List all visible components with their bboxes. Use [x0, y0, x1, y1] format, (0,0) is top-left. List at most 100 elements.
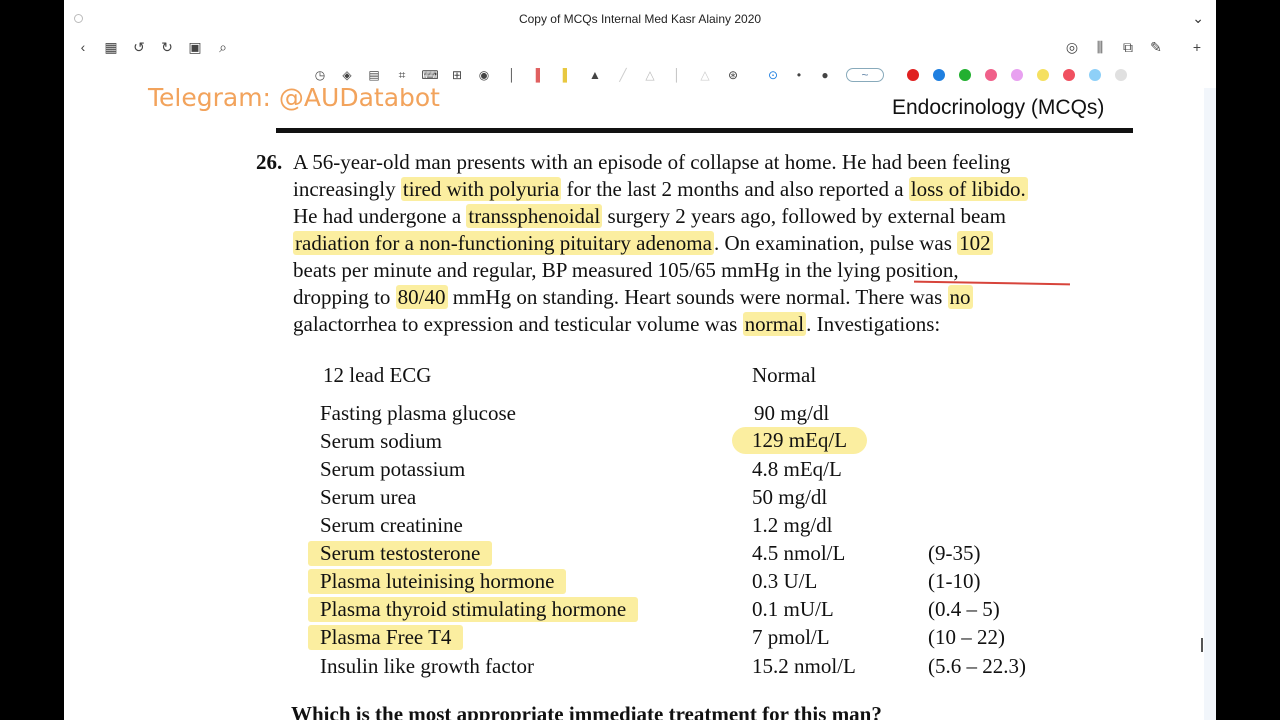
color-swatch-lilac[interactable] — [1011, 69, 1023, 81]
question-line: galactorrhea to expression and testicula… — [293, 312, 940, 337]
highlighted-text: radiation for a non-functioning pituitar… — [293, 231, 714, 255]
test-range: (9-35) — [928, 541, 981, 565]
color-swatch-green[interactable] — [959, 69, 971, 81]
globe-icon[interactable]: ◎ — [1063, 38, 1081, 56]
color-swatch-pink[interactable] — [985, 69, 997, 81]
question-text: dropping to — [293, 285, 396, 309]
question-text: . Investigations: — [806, 312, 941, 336]
page-icon[interactable]: ▣ — [186, 38, 204, 56]
color-swatch-sky[interactable] — [1089, 69, 1101, 81]
reader-icon[interactable]: ⫼ — [1091, 38, 1109, 56]
add-color-icon[interactable] — [1115, 69, 1127, 81]
test-name: Serum potassium — [320, 457, 466, 481]
test-range: (0.4 – 5) — [928, 597, 1000, 621]
test-range: (5.6 – 22.3) — [928, 654, 1026, 678]
highlighter-red-icon[interactable]: ▌ — [531, 66, 549, 84]
highlighted-text: normal — [742, 312, 807, 336]
stroke-size-large-icon[interactable]: ● — [816, 66, 834, 84]
watermark-text: Telegram: @AUDatabot — [148, 88, 440, 112]
test-value: 129 mEq/L — [732, 427, 868, 454]
question-text: mmHg on standing. Heart sounds were norm… — [447, 285, 948, 309]
test-value: 50 mg/dl — [752, 485, 828, 509]
question-number: 26. — [256, 150, 283, 174]
pdf-viewer-window: Copy of MCQs Internal Med Kasr Alainy 20… — [64, 0, 1216, 720]
question-line: radiation for a non-functioning pituitar… — [293, 231, 993, 256]
test-value: 1.2 mg/dl — [752, 513, 833, 537]
window-title: Copy of MCQs Internal Med Kasr Alainy 20… — [518, 12, 762, 26]
redo-icon[interactable]: ↻ — [158, 38, 176, 56]
test-value: 0.1 mU/L — [752, 597, 834, 621]
question-line: increasingly tired with polyuria for the… — [293, 177, 1028, 202]
test-name: Insulin like growth factor — [320, 654, 535, 678]
test-name: Plasma luteinising hormone — [308, 569, 567, 594]
question-text: for the last 2 months and also reported … — [561, 177, 909, 201]
test-name: Serum creatinine — [320, 513, 463, 537]
question-text: surgery 2 years ago, followed by externa… — [602, 204, 1006, 228]
back-icon[interactable]: ‹ — [74, 38, 92, 56]
pencil-icon[interactable]: ╱ — [614, 66, 632, 84]
test-name: Fasting plasma glucose — [320, 401, 516, 425]
color-swatch-yellow[interactable] — [1037, 69, 1049, 81]
question-text: beats per minute and regular, BP measure… — [293, 258, 959, 282]
test-value: 4.5 nmol/L — [752, 541, 846, 565]
highlighted-text: 102 — [957, 231, 993, 255]
question-line: A 56-year-old man presents with an episo… — [293, 150, 1010, 175]
test-value: 4.8 mEq/L — [752, 457, 842, 481]
highlighted-text: loss of libido. — [908, 177, 1028, 201]
cast-icon[interactable]: ⧉ — [1119, 38, 1137, 56]
eraser-icon[interactable]: ◉ — [475, 66, 493, 84]
question-text: . On examination, pulse was — [713, 231, 958, 255]
header-rule — [276, 128, 1133, 133]
question-line: dropping to 80/40 mmHg on standing. Hear… — [293, 285, 973, 310]
color-swatch-coral[interactable] — [1063, 69, 1075, 81]
shapes-icon[interactable]: ◈ — [338, 66, 356, 84]
document-page[interactable]: Telegram: @AUDatabot Endocrinology (MCQs… — [128, 88, 1204, 720]
highlighted-text: transsphenoidal — [466, 204, 603, 228]
highlighter-yellow-icon[interactable]: ▌ — [558, 66, 576, 84]
test-name: Serum testosterone — [308, 541, 493, 566]
test-name: 12 lead ECG — [323, 363, 432, 387]
question-text: increasingly — [293, 177, 401, 201]
question-text: He had undergone a — [293, 204, 467, 228]
stroke-size-small-icon[interactable]: ⊙ — [764, 66, 782, 84]
undo-icon[interactable]: ↺ — [130, 38, 148, 56]
pen-grey-icon[interactable]: △ — [641, 66, 659, 84]
keyboard-icon[interactable]: ⌨ — [421, 66, 439, 84]
pen-light-icon[interactable]: △ — [696, 66, 714, 84]
question-text: galactorrhea to expression and testicula… — [293, 312, 743, 336]
scrollbar-thumb[interactable] — [1201, 638, 1203, 652]
chapter-heading: Endocrinology (MCQs) — [892, 96, 1105, 119]
test-range: (10 – 22) — [928, 625, 1005, 649]
test-value: 7 pmol/L — [752, 625, 830, 649]
plus-icon[interactable]: + — [1188, 38, 1206, 56]
grid-icon[interactable]: ▦ — [102, 38, 120, 56]
highlighted-text: no — [947, 285, 973, 309]
highlighted-text: 80/40 — [395, 285, 448, 309]
test-name: Plasma Free T4 — [308, 625, 464, 650]
question-text: A 56-year-old man presents with an episo… — [293, 150, 1011, 174]
test-value: 90 mg/dl — [754, 401, 830, 425]
test-range: (1-10) — [928, 569, 981, 593]
book-icon[interactable]: ⊞ — [448, 66, 466, 84]
lasso-icon[interactable]: ⊛ — [724, 66, 742, 84]
color-swatch-blue[interactable] — [933, 69, 945, 81]
pen-black-icon[interactable]: ▲ — [586, 66, 604, 84]
question-line: He had undergone a transsphenoidal surge… — [293, 204, 1006, 229]
question-prompt: Which is the most appropriate immediate … — [291, 702, 882, 720]
crop-icon[interactable]: ⌗ — [393, 66, 411, 84]
stroke-size-medium-icon[interactable]: • — [790, 66, 808, 84]
edit-icon[interactable]: ✎ — [1147, 38, 1165, 56]
question-line: beats per minute and regular, BP measure… — [293, 258, 959, 283]
test-name: Serum sodium — [320, 429, 442, 453]
pen-blue-icon[interactable]: │ — [503, 66, 521, 84]
timer-icon[interactable]: ◷ — [311, 66, 329, 84]
color-swatch-red[interactable] — [907, 69, 919, 81]
marker-icon[interactable]: │ — [668, 66, 686, 84]
layers-icon[interactable]: ▤ — [365, 66, 383, 84]
stroke-style-icon[interactable]: ~ — [846, 68, 884, 82]
search-icon[interactable]: ⌕ — [214, 38, 232, 56]
title-bar: Copy of MCQs Internal Med Kasr Alainy 20… — [64, 0, 1216, 36]
chevron-down-icon[interactable]: ⌄ — [1192, 10, 1204, 27]
test-name: Plasma thyroid stimulating hormone — [308, 597, 639, 622]
test-value: 0.3 U/L — [752, 569, 818, 593]
